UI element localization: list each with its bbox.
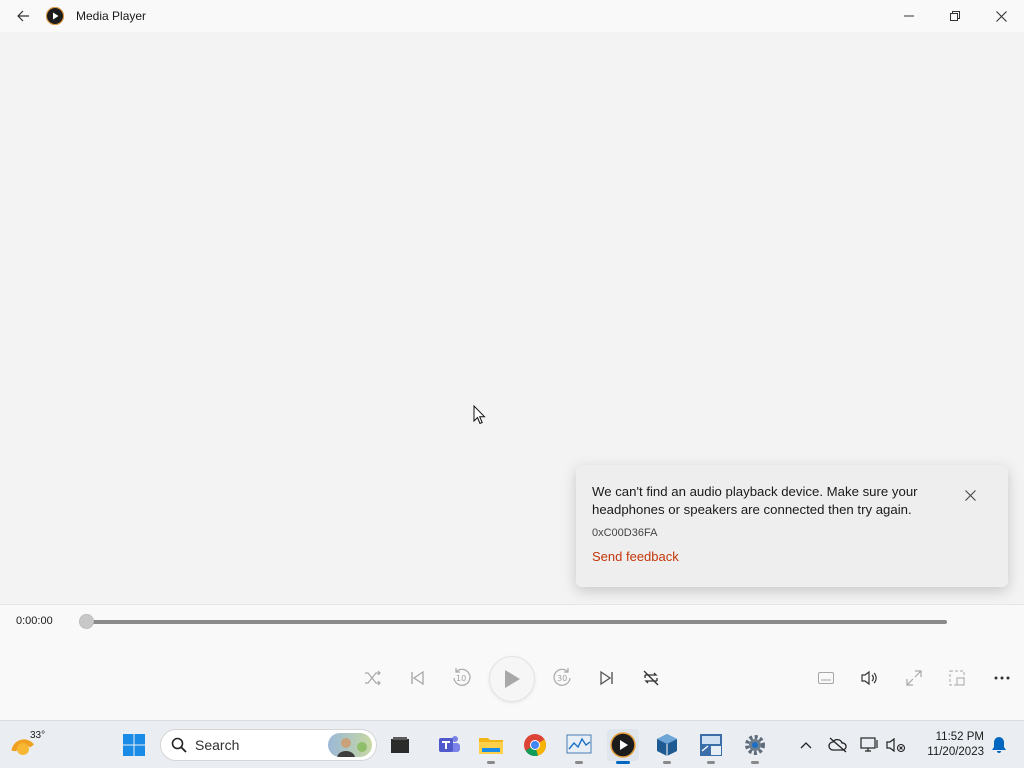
- window-controls: [886, 0, 1024, 32]
- running-indicator: [707, 761, 715, 764]
- title-bar: Media Player: [0, 0, 1024, 32]
- start-button[interactable]: [118, 729, 150, 761]
- taskbar-settings[interactable]: [739, 729, 771, 764]
- weather-temperature: 33°: [30, 730, 46, 741]
- search-highlight-image: [328, 733, 372, 757]
- chevron-up-icon: [800, 742, 812, 749]
- current-time: 0:00:00: [16, 615, 53, 627]
- skip-next-icon: [600, 670, 613, 686]
- show-hidden-icons-button[interactable]: [794, 733, 818, 757]
- volume-muted-icon: [886, 737, 906, 753]
- taskbar-resource-monitor[interactable]: [563, 729, 595, 764]
- volume-button[interactable]: [858, 667, 882, 689]
- gear-icon: [745, 735, 765, 755]
- taskbar-hex-editor[interactable]: [695, 729, 727, 764]
- search-placeholder: Search: [195, 737, 240, 753]
- seek-bar[interactable]: [86, 620, 947, 624]
- taskbar-teams[interactable]: [433, 729, 465, 761]
- minimize-icon: [904, 15, 914, 17]
- play-button[interactable]: [489, 656, 535, 702]
- miniplayer-icon: [949, 670, 965, 686]
- clock-time: 11:52 PM: [935, 731, 984, 743]
- captions-icon: [818, 672, 834, 684]
- search-icon: [171, 737, 187, 753]
- captions-button[interactable]: [815, 667, 837, 689]
- miniplayer-button[interactable]: [946, 667, 968, 689]
- back-button[interactable]: [0, 0, 46, 32]
- minimize-button[interactable]: [886, 0, 932, 32]
- windows-logo-icon: [123, 734, 145, 756]
- close-icon: [964, 489, 976, 501]
- volume-icon: [861, 670, 877, 686]
- taskbar: 33° Search 11:52 PM 11/20/2023: [0, 720, 1024, 768]
- repeat-off-icon: [643, 670, 659, 686]
- media-player-icon: [610, 732, 636, 758]
- taskbar-file-explorer[interactable]: [475, 729, 507, 764]
- notification-close-button[interactable]: [960, 485, 980, 505]
- restore-icon: [950, 11, 960, 21]
- chrome-icon: [524, 734, 546, 757]
- taskbar-search-box[interactable]: Search: [160, 729, 377, 761]
- notifications-button[interactable]: [987, 733, 1011, 757]
- send-feedback-link[interactable]: Send feedback: [592, 549, 679, 564]
- close-icon: [995, 10, 1007, 22]
- volume-status[interactable]: [884, 733, 908, 757]
- more-options-button[interactable]: [990, 667, 1014, 689]
- mouse-cursor-icon: [473, 405, 486, 425]
- cloud-offline-icon: [828, 737, 847, 753]
- taskbar-clock[interactable]: 11:52 PM 11/20/2023: [914, 730, 984, 760]
- clock-date: 11/20/2023: [927, 746, 984, 758]
- shuffle-button[interactable]: [362, 667, 384, 689]
- taskbar-chrome[interactable]: [519, 729, 551, 761]
- taskbar-file-manager[interactable]: [384, 729, 416, 761]
- network-icon: [860, 737, 878, 752]
- skip-forward-seconds: 30: [557, 674, 568, 683]
- play-icon: [505, 670, 520, 688]
- running-indicator: [487, 761, 495, 764]
- more-icon: [994, 676, 1010, 680]
- media-player-logo-icon: [46, 7, 64, 25]
- repeat-button[interactable]: [640, 667, 662, 689]
- skip-previous-icon: [411, 670, 424, 686]
- hex-editor-icon: [700, 734, 722, 756]
- onedrive-status[interactable]: [826, 733, 850, 757]
- taskbar-virtualbox[interactable]: [651, 729, 683, 764]
- network-status[interactable]: [858, 733, 882, 757]
- close-button[interactable]: [978, 0, 1024, 32]
- taskbar-media-player[interactable]: [607, 729, 639, 764]
- folder-icon: [479, 738, 503, 754]
- bell-icon: [992, 737, 1006, 753]
- skip-back-seconds: 10: [456, 674, 467, 683]
- virtualbox-icon: [657, 734, 677, 756]
- back-arrow-icon: [17, 10, 29, 22]
- next-button[interactable]: [596, 667, 618, 689]
- shuffle-icon: [365, 670, 381, 686]
- weather-widget[interactable]: 33°: [8, 727, 46, 763]
- restore-button[interactable]: [932, 0, 978, 32]
- fullscreen-icon: [906, 670, 922, 686]
- error-code: 0xC00D36FA: [592, 527, 658, 539]
- fullscreen-button[interactable]: [903, 667, 925, 689]
- playback-controls: 0:00:00 10 30: [0, 604, 1024, 720]
- running-indicator: [663, 761, 671, 764]
- active-indicator: [616, 761, 630, 764]
- teams-icon: [439, 736, 460, 752]
- resource-monitor-icon: [566, 734, 592, 754]
- seek-thumb[interactable]: [79, 614, 94, 629]
- running-indicator: [751, 761, 759, 764]
- skip-back-button[interactable]: 10: [448, 665, 474, 691]
- audio-error-notification: We can't find an audio playback device. …: [576, 465, 1008, 587]
- file-manager-icon: [391, 737, 409, 753]
- window-title: Media Player: [76, 9, 147, 23]
- notification-message: We can't find an audio playback device. …: [592, 484, 918, 517]
- running-indicator: [575, 761, 583, 764]
- previous-button[interactable]: [406, 667, 428, 689]
- skip-forward-button[interactable]: 30: [550, 665, 576, 691]
